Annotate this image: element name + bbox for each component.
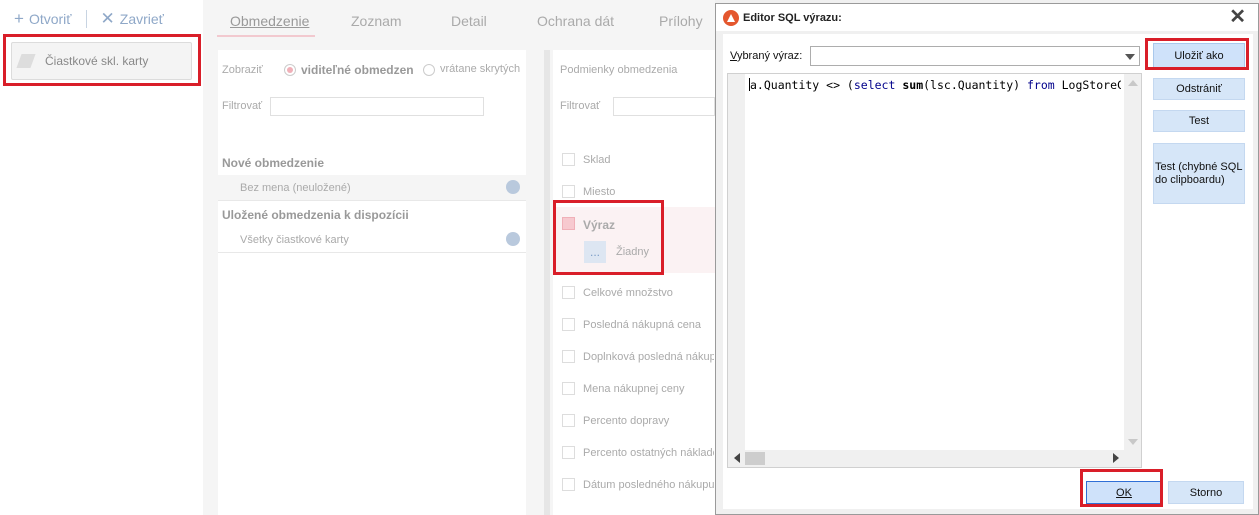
tab-attachments[interactable]: Prílohy (659, 13, 703, 29)
close-icon: ✕ (100, 9, 115, 28)
filter-label: Filtrovať (222, 100, 263, 112)
condition-label: Doplnková posledná nákupn (583, 351, 714, 363)
panel-splitter[interactable] (544, 50, 550, 515)
selected-expression-label: Vybraný výraz: (730, 50, 803, 62)
saved-restrictions-header: Uložené obmedzenia k dispozícii (222, 208, 409, 222)
list-item-saved-label: Všetky čiastkové karty (240, 234, 349, 246)
selected-expression-select[interactable] (810, 46, 1140, 66)
dialog-close-icon[interactable]: ✕ (1229, 7, 1246, 27)
filter-input[interactable] (270, 97, 484, 116)
condition-label-sklad: Sklad (583, 154, 611, 166)
checkbox-miesto[interactable] (562, 185, 575, 198)
user-icon (506, 180, 520, 194)
ok-button[interactable]: OK (1086, 481, 1162, 504)
new-restriction-header: Nové obmedzenie (222, 156, 325, 170)
close-label: Zavrieť (119, 11, 164, 27)
radio-visible[interactable] (284, 62, 296, 76)
radio-visible-dot (284, 63, 296, 76)
save-as-button[interactable]: Uložiť ako (1153, 43, 1245, 69)
code-text: (lsc.Quantity) (923, 78, 1027, 92)
conditions-panel (553, 50, 718, 515)
editor-gutter (728, 74, 745, 467)
condition-label-miesto: Miesto (583, 186, 616, 198)
checkbox-total-quantity[interactable] (562, 286, 575, 299)
sql-editor-dialog: Editor SQL výrazu: ✕ Vybraný výraz: a.Qu… (715, 3, 1259, 515)
code-text: LogStoreC (1054, 78, 1121, 92)
condition-label: Mena nákupnej ceny (583, 383, 685, 395)
chevron-down-icon (1125, 54, 1135, 60)
expression-value: Žiadny (616, 246, 650, 258)
toolbar-separator (85, 10, 87, 28)
radio-hidden-dot (423, 63, 435, 76)
dialog-body: Vybraný výraz: a.Quantity <> (select sum… (723, 34, 1253, 509)
horizontal-scrollbar[interactable] (728, 450, 1141, 467)
condition-label-expression: Výraz (583, 218, 616, 232)
show-label: Zobraziť (222, 64, 263, 76)
scroll-thumb[interactable] (745, 452, 765, 465)
scroll-up-icon[interactable] (1128, 80, 1138, 86)
left-toolbar: + Otvoriť ✕ Zavrieť (0, 0, 203, 38)
condition-label: Percento ostatných náklado (583, 447, 714, 459)
expression-edit-button[interactable]: ... (584, 241, 606, 263)
card-item-label: Čiastkové skl. karty (45, 54, 149, 68)
conditions-title: Podmienky obmedzenia (560, 64, 678, 76)
close-button[interactable]: ✕ Zavrieť (101, 9, 164, 29)
scroll-down-icon[interactable] (1128, 439, 1138, 445)
checkbox-additional-last-purchase[interactable] (562, 350, 575, 363)
scroll-right-icon[interactable] (1113, 453, 1119, 463)
restrictions-panel (218, 50, 526, 515)
left-pane: + Otvoriť ✕ Zavrieť Čiastkové skl. karty (0, 0, 203, 515)
code-keyword: select (853, 78, 896, 92)
tab-detail[interactable]: Detail (451, 13, 487, 29)
selected-expression-label-text: ybraný výraz: (736, 50, 803, 62)
dialog-titlebar: Editor SQL výrazu: ✕ (716, 4, 1258, 31)
code-keyword: from (1026, 78, 1055, 92)
code-text: a.Quantity <> ( (750, 78, 854, 92)
sql-code[interactable]: a.Quantity <> (select sum(lsc.Quantity) … (749, 78, 1121, 92)
card-item-stock-cards[interactable]: Čiastkové skl. karty (11, 42, 192, 80)
expression-condition (553, 207, 715, 273)
checkbox-expression[interactable] (562, 217, 575, 230)
card-icon (16, 54, 36, 68)
dialog-title: Editor SQL výrazu: (743, 11, 842, 24)
checkbox-other-costs-percent[interactable] (562, 446, 575, 459)
condition-label: Posledná nákupná cena (583, 319, 702, 331)
checkbox-transport-percent[interactable] (562, 414, 575, 427)
code-function: sum (902, 78, 924, 92)
checkbox-last-purchase-price[interactable] (562, 318, 575, 331)
conditions-filter-input[interactable] (613, 97, 715, 116)
list-item-unsaved-label: Bez mena (neuložené) (240, 182, 351, 194)
checkbox-last-purchase-date[interactable] (562, 478, 575, 491)
user-icon (506, 232, 520, 246)
tab-bar: Obmedzenie Zoznam Detail Ochrana dát Prí… (203, 0, 715, 42)
scroll-left-icon[interactable] (734, 453, 740, 463)
remove-button[interactable]: Odstrániť (1153, 78, 1245, 100)
tab-restriction[interactable]: Obmedzenie (230, 13, 309, 29)
sql-editor[interactable]: a.Quantity <> (select sum(lsc.Quantity) … (727, 73, 1142, 468)
ok-label: OK (1116, 486, 1132, 499)
condition-label: Celkové množstvo (583, 287, 673, 299)
radio-hidden[interactable] (423, 62, 435, 76)
test-bad-sql-button[interactable]: Test (chybné SQL do clipboardu) (1153, 143, 1245, 204)
app-logo-icon (723, 9, 739, 26)
open-button[interactable]: + Otvoriť (14, 9, 72, 29)
vertical-scrollbar[interactable] (1124, 74, 1141, 451)
test-button[interactable]: Test (1153, 110, 1245, 132)
radio-hidden-label: vrátane skrytých (440, 63, 521, 75)
tab-data-protection[interactable]: Ochrana dát (537, 13, 614, 29)
cancel-button[interactable]: Storno (1168, 481, 1244, 504)
radio-visible-label: viditeľné obmedzen (301, 63, 414, 77)
tab-list[interactable]: Zoznam (351, 13, 402, 29)
plus-icon: + (14, 9, 24, 28)
checkbox-purchase-currency[interactable] (562, 382, 575, 395)
condition-label: Percento dopravy (583, 415, 670, 427)
active-tab-indicator (217, 35, 315, 37)
open-label: Otvoriť (28, 11, 72, 27)
condition-label: Dátum posledného nákupu (583, 479, 714, 491)
conditions-filter-label: Filtrovať (560, 100, 601, 112)
checkbox-sklad[interactable] (562, 153, 575, 166)
